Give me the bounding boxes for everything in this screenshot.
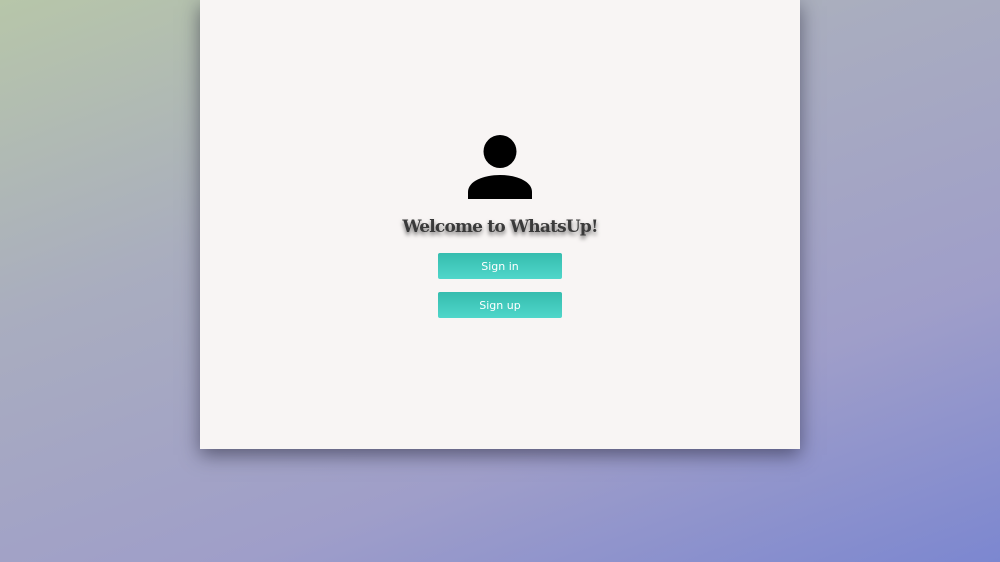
sign-in-button[interactable]: Sign in: [438, 253, 562, 279]
welcome-card: Welcome to WhatsUp! Sign in Sign up: [200, 0, 800, 449]
user-icon: [468, 135, 532, 199]
welcome-title: Welcome to WhatsUp!: [402, 217, 598, 237]
sign-up-button[interactable]: Sign up: [438, 292, 562, 318]
